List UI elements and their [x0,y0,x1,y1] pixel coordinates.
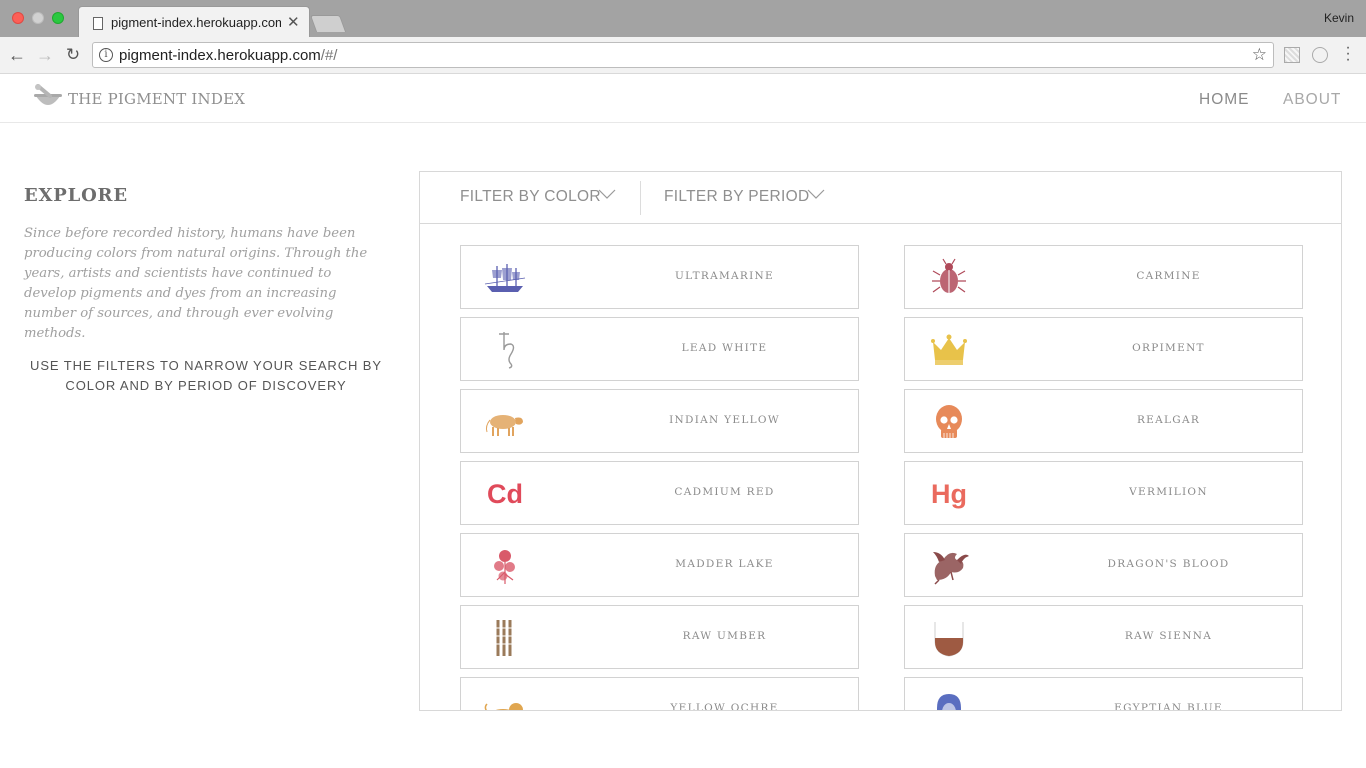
pigment-name: RAW UMBER [682,630,767,642]
browser-toolbar: ← → ↻ i pigment-index.herokuapp.com/#/ ☆… [0,37,1366,74]
filter-by-period-dropdown[interactable]: FILTER BY PERIOD [664,188,809,206]
explore-title: EXPLORE [24,185,128,206]
reeds-icon [483,618,527,658]
saturn-symbol-icon [483,330,527,370]
bookmark-star-icon[interactable]: ☆ [1252,45,1267,65]
reload-icon[interactable]: ↻ [62,44,84,66]
chevron-down-icon[interactable] [598,189,616,199]
pigment-name: LEAD WHITE [681,342,768,354]
pigment-name: INDIAN YELLOW [669,414,780,426]
crown-icon [927,330,971,370]
forward-arrow-icon[interactable]: → [34,44,56,66]
new-tab-button[interactable] [309,15,347,32]
extension-circle-icon[interactable] [1312,47,1328,63]
pigment-card[interactable]: LEAD WHITE [460,317,859,381]
mortar-pestle-icon [34,84,62,105]
beetle-icon [927,258,971,298]
tab-title: pigment-index.herokuapp.com [111,15,281,30]
vessel-icon [927,618,971,658]
pigment-card[interactable]: Cd CADMIUM RED [460,461,859,525]
skull-icon [927,402,971,442]
nav-home-link[interactable]: HOME [1199,91,1250,109]
filter-divider [640,181,641,215]
dragon-icon [927,546,971,586]
pigment-name: CARMINE [1136,270,1201,282]
pigment-name: ULTRAMARINE [675,270,774,282]
madder-flower-icon [483,546,527,586]
pigment-card[interactable]: MADDER LAKE [460,533,859,597]
pigment-name: EGYPTIAN BLUE [1114,702,1223,711]
pigment-card[interactable]: REALGAR [904,389,1303,453]
maximize-window-button[interactable] [52,12,64,24]
profile-name[interactable]: Kevin [1324,11,1354,25]
pigment-panel: FILTER BY COLOR FILTER BY PERIOD ULTRAMA… [419,171,1342,711]
cow-icon [483,402,527,442]
extension-icon[interactable] [1284,47,1300,63]
filter-by-color-dropdown[interactable]: FILTER BY COLOR [460,188,601,206]
pharaoh-icon [927,690,971,710]
address-bar[interactable]: i pigment-index.herokuapp.com/#/ ☆ [92,42,1274,68]
pigment-card[interactable]: RAW SIENNA [904,605,1303,669]
url-text[interactable]: pigment-index.herokuapp.com/#/ [119,47,337,64]
filter-bar: FILTER BY COLOR FILTER BY PERIOD [420,172,1341,224]
minimize-window-button[interactable] [32,12,44,24]
hg-symbol-icon: Hg [927,474,971,514]
pigment-name: YELLOW OCHRE [670,702,779,711]
close-window-button[interactable] [12,12,24,24]
cd-symbol-icon: Cd [483,474,527,514]
pigment-name: VERMILION [1129,486,1208,498]
pigment-card[interactable]: RAW UMBER [460,605,859,669]
pigment-name: DRAGON'S BLOOD [1107,558,1230,570]
pigment-card[interactable]: EGYPTIAN BLUE [904,677,1303,711]
explore-description: Since before recorded history, humans ha… [24,226,368,341]
pigment-name: REALGAR [1136,414,1201,426]
pigment-card[interactable]: ORPIMENT [904,317,1303,381]
browser-titlebar: pigment-index.herokuapp.com ✕ Kevin [0,0,1366,37]
pigment-card[interactable]: ULTRAMARINE [460,245,859,309]
document-icon [93,17,103,30]
element-symbol: Cd [487,478,523,509]
pigment-card[interactable]: CARMINE [904,245,1303,309]
pigment-name: ORPIMENT [1132,342,1205,354]
back-arrow-icon[interactable]: ← [6,44,28,66]
lion-icon [483,690,527,710]
info-icon[interactable]: i [99,48,113,62]
element-symbol: Hg [931,478,967,509]
browser-menu-icon[interactable]: · · · [1340,40,1356,68]
pigment-name: CADMIUM RED [674,486,775,498]
pigment-name: MADDER LAKE [675,558,774,570]
chevron-down-icon[interactable] [807,189,825,199]
pigment-card[interactable]: INDIAN YELLOW [460,389,859,453]
site-header: THE PIGMENT INDEX HOME ABOUT [0,74,1366,123]
pigment-grid: ULTRAMARINE CARMINE LEAD WHITE ORPIMENT INDI… [420,225,1341,711]
pigment-card[interactable]: Hg VERMILION [904,461,1303,525]
pigment-card[interactable]: YELLOW OCHRE [460,677,859,711]
site-logo-text[interactable]: THE PIGMENT INDEX [68,90,245,108]
nav-about-link[interactable]: ABOUT [1283,91,1341,109]
pigment-name: RAW SIENNA [1124,630,1213,642]
pigment-card[interactable]: DRAGON'S BLOOD [904,533,1303,597]
browser-tab[interactable]: pigment-index.herokuapp.com ✕ [78,6,310,37]
filter-instructions: USE THE FILTERS TO NARROW YOUR SEARCH BY… [30,358,382,393]
tab-close-icon[interactable]: ✕ [287,13,300,31]
ship-icon [483,258,527,298]
